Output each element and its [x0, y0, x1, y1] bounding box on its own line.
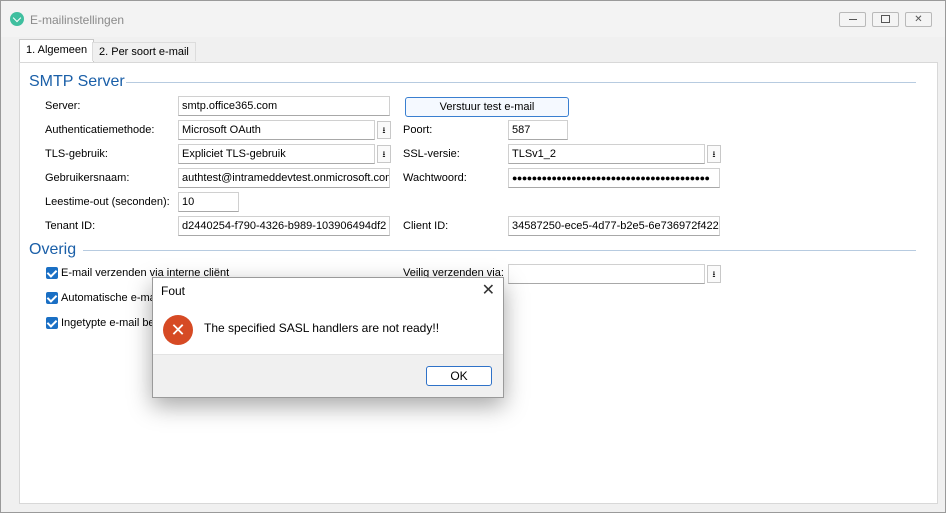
- username-input[interactable]: authtest@intrameddevtest.onmicrosoft.com: [178, 168, 390, 188]
- dialog-title: Fout: [161, 284, 186, 298]
- client-id-label: Client ID:: [403, 220, 449, 232]
- close-icon: ✕: [914, 14, 923, 25]
- port-label: Poort:: [403, 124, 433, 136]
- tls-dropdown-icon[interactable]: ⭳: [377, 145, 391, 163]
- dialog-message: The specified SASL handlers are not read…: [204, 321, 440, 335]
- tls-label: TLS-gebruik:: [45, 148, 108, 160]
- maximize-icon: [881, 15, 890, 24]
- dialog-close-icon[interactable]: ✕: [482, 280, 495, 300]
- error-icon: ✕: [163, 315, 193, 345]
- typed-email-label: Ingetypte e-mail be: [61, 317, 155, 329]
- section-divider: [83, 250, 916, 251]
- timeout-input[interactable]: 10: [178, 192, 239, 212]
- ssl-label: SSL-versie:: [403, 148, 460, 160]
- ssl-select[interactable]: TLSv1_2: [508, 144, 705, 164]
- tls-select[interactable]: Expliciet TLS-gebruik: [178, 144, 375, 164]
- server-input[interactable]: smtp.office365.com: [178, 96, 390, 116]
- maximize-button[interactable]: [872, 12, 899, 27]
- tab-per-soort-email[interactable]: 2. Per soort e-mail: [92, 42, 196, 61]
- error-dialog: Fout ✕ ✕ The specified SASL handlers are…: [152, 277, 504, 398]
- tab-strip: 1. Algemeen 2. Per soort e-mail: [19, 39, 935, 62]
- safe-send-select[interactable]: [508, 264, 705, 284]
- send-internal-client-checkbox[interactable]: [46, 267, 58, 279]
- typed-email-checkbox[interactable]: [46, 317, 58, 329]
- ssl-dropdown-icon[interactable]: ⭳: [707, 145, 721, 163]
- port-input[interactable]: 587: [508, 120, 568, 140]
- minimize-button[interactable]: [839, 12, 866, 27]
- password-input[interactable]: ●●●●●●●●●●●●●●●●●●●●●●●●●●●●●●●●●●●●●●●●: [508, 168, 720, 188]
- send-test-email-button[interactable]: Verstuur test e-mail: [405, 97, 569, 117]
- ok-button[interactable]: OK: [426, 366, 492, 386]
- minimize-icon: [848, 18, 857, 20]
- automatic-email-checkbox[interactable]: [46, 292, 58, 304]
- title-bar[interactable]: E-mailinstellingen ✕: [1, 1, 945, 37]
- app-icon: [10, 12, 24, 26]
- username-label: Gebruikersnaam:: [45, 172, 130, 184]
- tab-algemeen[interactable]: 1. Algemeen: [19, 39, 95, 62]
- client-id-input[interactable]: 34587250-ece5-4d77-b2e5-6e736972f422: [508, 216, 720, 236]
- tenant-id-label: Tenant ID:: [45, 220, 96, 232]
- overig-section-title: Overig: [29, 241, 77, 258]
- smtp-section-title: SMTP Server: [29, 73, 125, 90]
- auth-dropdown-icon[interactable]: ⭳: [377, 121, 391, 139]
- close-button[interactable]: ✕: [905, 12, 932, 27]
- window-title: E-mailinstellingen: [30, 13, 125, 27]
- server-label: Server:: [45, 100, 81, 112]
- auth-method-select[interactable]: Microsoft OAuth: [178, 120, 375, 140]
- tenant-id-input[interactable]: d2440254-f790-4326-b989-103906494df2: [178, 216, 390, 236]
- timeout-label: Leestime-out (seconden):: [45, 196, 170, 208]
- safe-send-dropdown-icon[interactable]: ⭳: [707, 265, 721, 283]
- password-label: Wachtwoord:: [403, 172, 467, 184]
- dialog-footer: OK: [153, 354, 503, 397]
- section-divider: [126, 82, 916, 83]
- automatic-email-label: Automatische e-mail: [61, 292, 161, 304]
- settings-window: E-mailinstellingen ✕ 1. Algemeen 2. Per …: [0, 0, 946, 513]
- auth-method-label: Authenticatiemethode:: [45, 124, 155, 136]
